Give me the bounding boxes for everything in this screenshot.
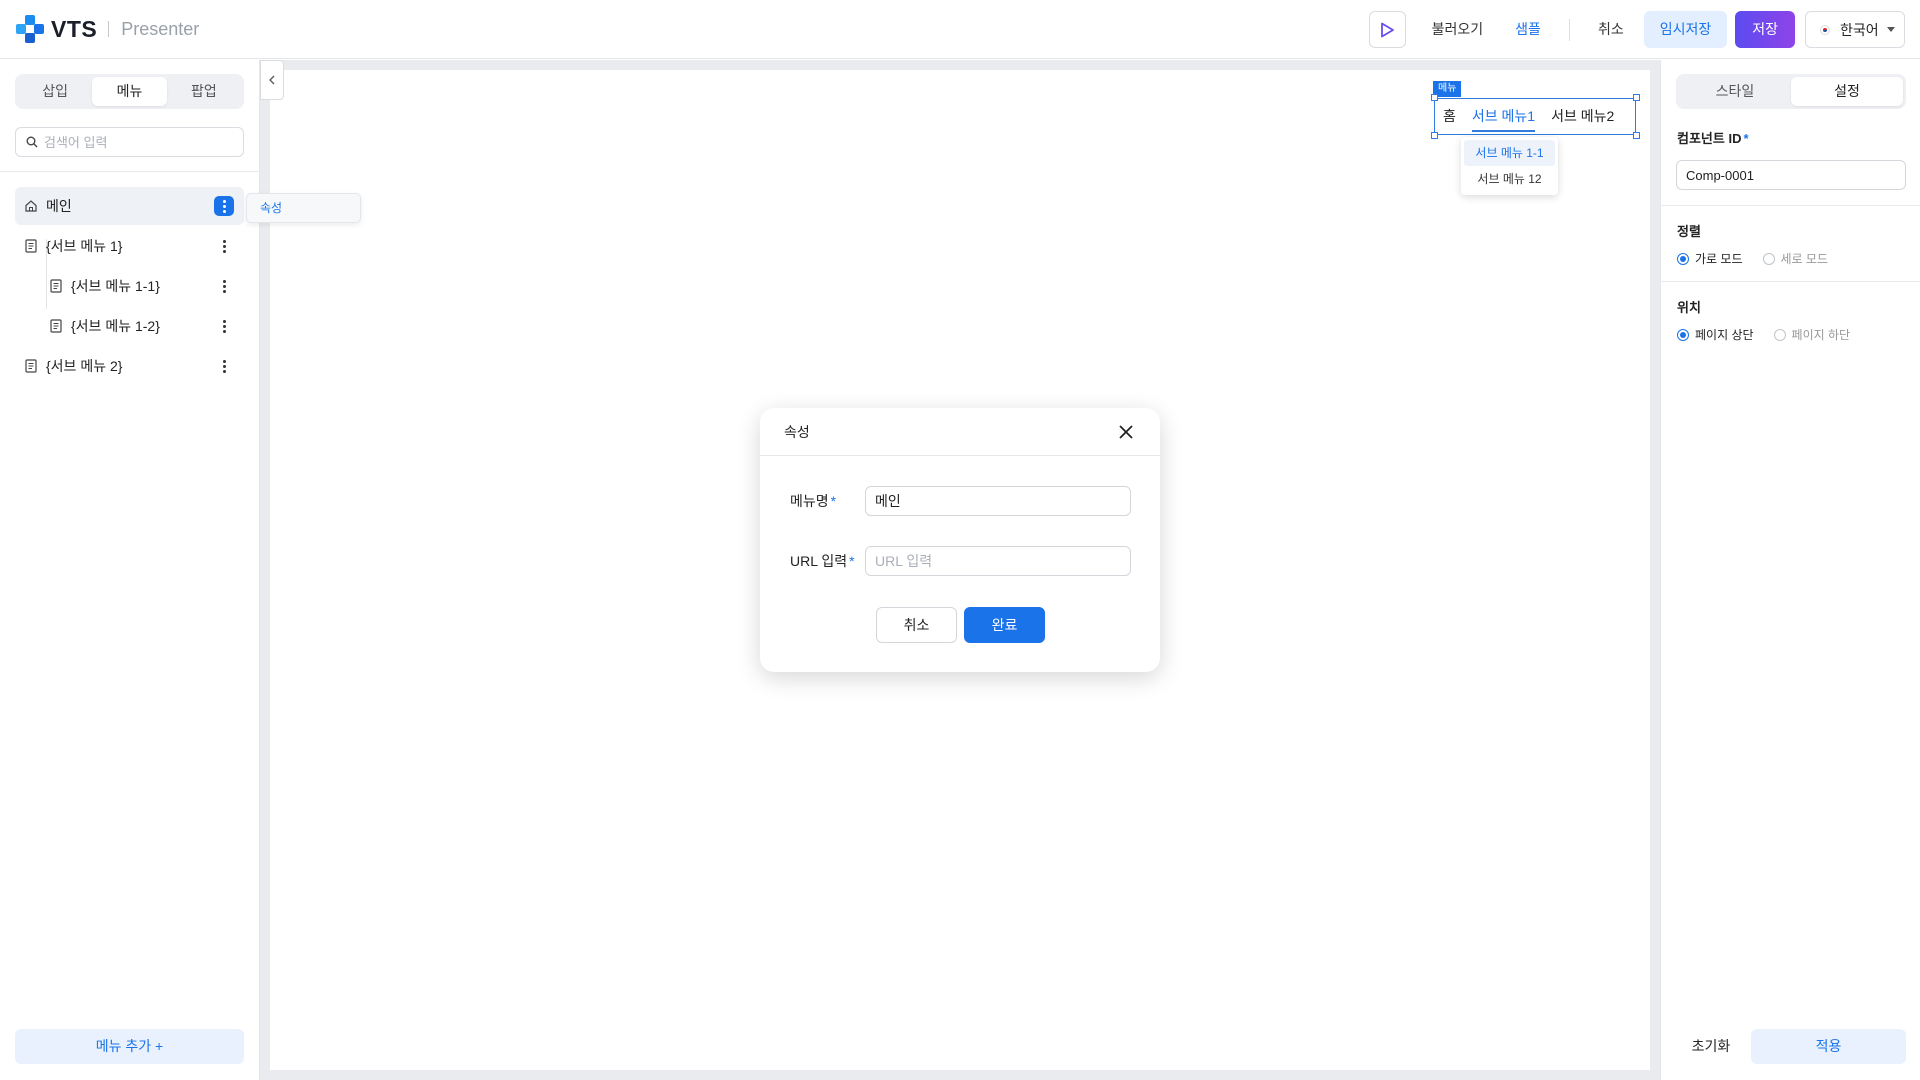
preview-button[interactable]	[1368, 11, 1406, 48]
position-bottom-radio[interactable]: 페이지 하단	[1773, 326, 1850, 343]
position-label: 위치	[1677, 300, 1701, 315]
submenu-dropdown: 서브 메뉴 1-1 서브 메뉴 12	[1461, 137, 1558, 195]
resize-handle[interactable]	[1431, 94, 1438, 101]
context-menu-properties[interactable]: 속성	[246, 193, 361, 223]
search-box	[15, 127, 244, 157]
header-divider	[1568, 18, 1570, 41]
submenu-item[interactable]: 서브 메뉴 12	[1464, 166, 1555, 192]
tree-item-label: {서브 메뉴 2}	[46, 358, 123, 374]
url-input[interactable]	[865, 546, 1131, 576]
tree-item-submenu-1[interactable]: {서브 메뉴 1}	[15, 227, 244, 265]
left-tabs: 삽입 메뉴 팝업	[15, 74, 244, 109]
tab-style[interactable]: 스타일	[1679, 77, 1791, 106]
tree-item-label: 메인	[46, 198, 72, 214]
more-options-button[interactable]	[214, 236, 234, 256]
align-horizontal-radio[interactable]: 가로 모드	[1677, 250, 1743, 267]
apply-button[interactable]: 적용	[1751, 1029, 1906, 1064]
collapse-panel-button[interactable]	[260, 60, 284, 100]
load-button[interactable]: 불러오기	[1416, 11, 1500, 48]
radio-unchecked-icon	[1773, 328, 1786, 341]
radio-checked-icon	[1677, 328, 1689, 341]
close-icon[interactable]	[1116, 422, 1136, 442]
menu-name-row: 메뉴명 *	[790, 486, 1131, 516]
tree-item-main[interactable]: 메인	[15, 187, 244, 225]
component-id-input[interactable]	[1676, 160, 1906, 190]
vts-logo-icon	[15, 14, 45, 44]
document-icon	[49, 279, 63, 293]
temp-save-button[interactable]: 임시저장	[1643, 11, 1728, 48]
logo-subtitle: Presenter	[121, 18, 200, 39]
tree-item-submenu-1-1[interactable]: {서브 메뉴 1-1}	[15, 267, 244, 305]
component-id-label: 컴포넌트 ID *	[1677, 131, 1749, 146]
left-panel: 삽입 메뉴 팝업 메인 {서브 메뉴 1}	[0, 60, 260, 1080]
divider	[0, 171, 259, 172]
more-options-button[interactable]	[214, 276, 234, 296]
tree-item-label: {서브 메뉴 1}	[46, 238, 123, 254]
logo-text: VTS	[51, 15, 98, 42]
add-menu-button[interactable]: 메뉴 추가 +	[15, 1029, 244, 1064]
right-tabs: 스타일 설정	[1676, 74, 1906, 109]
modal-header: 속성	[760, 408, 1160, 456]
resize-handle[interactable]	[1431, 132, 1438, 139]
menu-item-submenu-2[interactable]: 서브 메뉴2	[1543, 99, 1622, 134]
divider	[1661, 281, 1920, 282]
header-actions: 불러오기 샘플 취소 임시저장 저장 한국어	[1368, 11, 1905, 48]
sample-button[interactable]: 샘플	[1499, 11, 1557, 48]
language-label: 한국어	[1840, 21, 1879, 38]
resize-handle[interactable]	[1633, 132, 1640, 139]
top-bar: VTS Presenter 불러오기 샘플 취소 임시저장 저장 한국어	[0, 0, 1920, 59]
url-label: URL 입력 *	[790, 553, 855, 569]
tab-insert[interactable]: 삽입	[18, 77, 92, 106]
save-button[interactable]: 저장	[1735, 11, 1795, 48]
tree-item-submenu-1-2[interactable]: {서브 메뉴 1-2}	[15, 307, 244, 345]
search-input[interactable]	[44, 134, 224, 150]
url-row: URL 입력 *	[790, 546, 1131, 576]
align-label: 정렬	[1677, 224, 1701, 239]
tab-popup[interactable]: 팝업	[167, 77, 241, 106]
cancel-button[interactable]: 취소	[1582, 11, 1640, 48]
modal-title: 속성	[784, 423, 810, 440]
document-icon	[24, 239, 38, 253]
align-options: 가로 모드 세로 모드	[1677, 250, 1848, 267]
document-icon	[49, 319, 63, 333]
menu-tree: 메인 {서브 메뉴 1} {서브 메뉴 1-1} {서브 메뉴 1-2} {서브…	[15, 187, 244, 387]
radio-checked-icon	[1677, 252, 1689, 265]
tree-item-label: {서브 메뉴 1-1}	[71, 278, 160, 294]
logo: VTS Presenter	[15, 14, 199, 44]
divider	[1661, 205, 1920, 206]
language-select[interactable]: 한국어	[1805, 11, 1905, 48]
radio-unchecked-icon	[1762, 252, 1775, 265]
logo-divider	[108, 21, 110, 37]
resize-handle[interactable]	[1633, 94, 1640, 101]
caret-down-icon	[1887, 27, 1895, 32]
properties-modal: 속성 메뉴명* URL 입력* 취소 완료	[760, 408, 1160, 672]
chevron-left-icon	[269, 75, 275, 85]
tree-item-submenu-2[interactable]: {서브 메뉴 2}	[15, 347, 244, 385]
right-panel: 스타일 설정 컴포넌트 ID* 정렬 가로 모드 세로 모드 위치 페이지 상단…	[1660, 60, 1920, 1080]
menu-name-label: 메뉴명 *	[790, 493, 837, 509]
menu-name-input[interactable]	[865, 486, 1131, 516]
more-options-button[interactable]	[214, 356, 234, 376]
tree-item-label: {서브 메뉴 1-2}	[71, 318, 160, 334]
more-options-button[interactable]	[214, 316, 234, 336]
korea-flag-icon	[1820, 24, 1830, 35]
menu-component[interactable]: 홈 서브 메뉴1 서브 메뉴2	[1434, 98, 1636, 135]
more-options-button[interactable]	[214, 196, 234, 216]
home-icon	[24, 199, 38, 213]
menu-item-home[interactable]: 홈	[1435, 99, 1464, 134]
reset-button[interactable]: 초기화	[1676, 1029, 1746, 1064]
tab-settings[interactable]: 설정	[1791, 77, 1903, 106]
menu-item-submenu-1[interactable]: 서브 메뉴1	[1464, 99, 1543, 134]
document-icon	[24, 359, 38, 373]
position-top-radio[interactable]: 페이지 상단	[1677, 326, 1754, 343]
tab-menu[interactable]: 메뉴	[92, 77, 167, 106]
play-icon	[1381, 22, 1395, 37]
submenu-item[interactable]: 서브 메뉴 1-1	[1464, 140, 1555, 166]
modal-cancel-button[interactable]: 취소	[876, 607, 957, 643]
align-vertical-radio[interactable]: 세로 모드	[1762, 250, 1828, 267]
position-options: 페이지 상단 페이지 하단	[1677, 326, 1870, 343]
modal-confirm-button[interactable]: 완료	[964, 607, 1045, 643]
search-icon	[26, 136, 38, 148]
